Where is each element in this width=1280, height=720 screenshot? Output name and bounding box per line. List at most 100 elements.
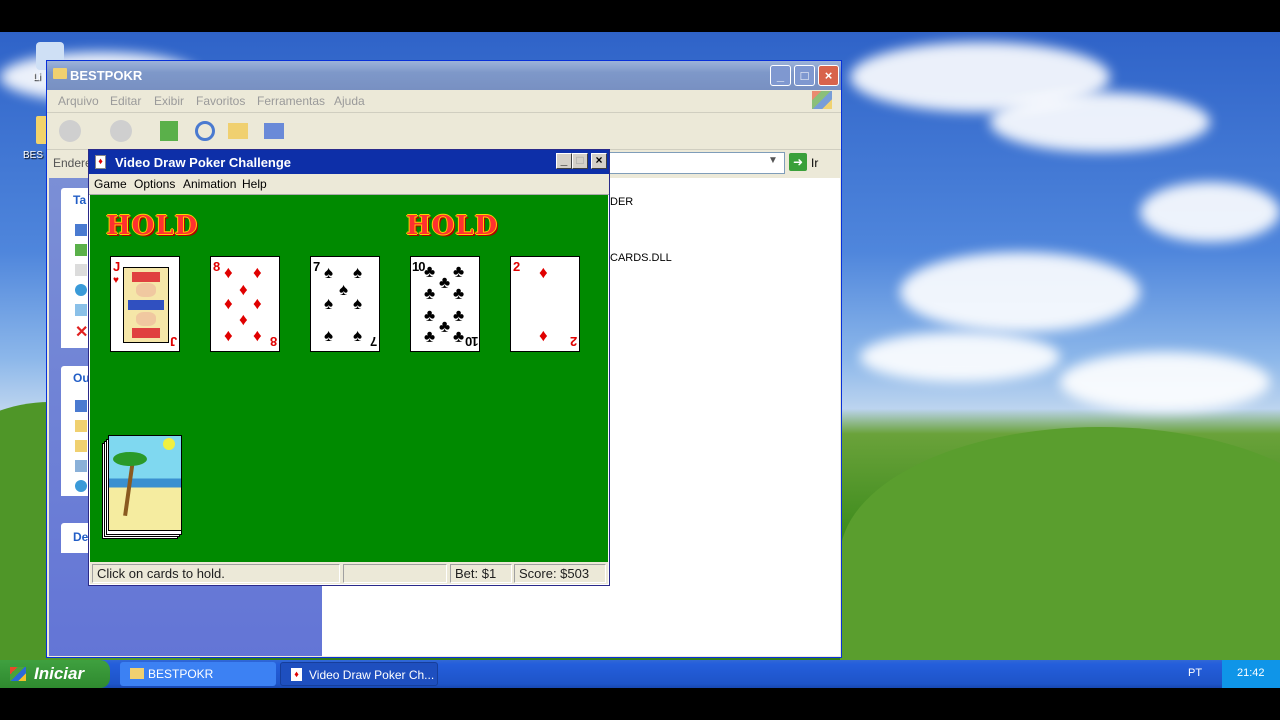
go-label[interactable]: Ir bbox=[811, 156, 818, 170]
maximize-button[interactable]: □ bbox=[794, 65, 815, 86]
face-icon bbox=[136, 283, 156, 297]
palm-leaves-icon bbox=[113, 452, 147, 466]
cloud bbox=[900, 252, 1140, 332]
task-label: BESTPOKR bbox=[148, 667, 214, 681]
folders-icon[interactable] bbox=[228, 123, 248, 139]
desktop-icon-label: Li bbox=[33, 72, 41, 83]
card-jack-hearts[interactable]: J ♥ J bbox=[110, 256, 180, 352]
task-icon[interactable] bbox=[75, 284, 87, 296]
explorer-title-bar[interactable]: BESTPOKR _ □ × bbox=[47, 61, 841, 90]
spade-suit-icon: ♠ bbox=[324, 263, 334, 282]
explorer-menu-bar: Arquivo Editar Exibir Favoritos Ferramen… bbox=[47, 90, 841, 113]
taskbar-item-poker[interactable]: ♦ Video Draw Poker Ch... bbox=[280, 662, 438, 686]
spade-suit-icon: ♠ bbox=[324, 294, 334, 313]
menu-ajuda[interactable]: Ajuda bbox=[334, 94, 365, 108]
club-suit-icon: ♣ bbox=[424, 284, 436, 303]
beach-card-back bbox=[108, 435, 182, 531]
search-icon[interactable] bbox=[195, 121, 215, 141]
menu-help[interactable]: Help bbox=[242, 177, 267, 191]
spade-suit-icon: ♠ bbox=[339, 280, 349, 299]
task-icon[interactable] bbox=[75, 304, 87, 316]
diamond-suit-icon: ♦ bbox=[539, 263, 548, 282]
task-label: Video Draw Poker Ch... bbox=[309, 668, 435, 682]
cloud bbox=[990, 92, 1210, 152]
diamond-suit-icon: ♦ bbox=[253, 263, 262, 282]
card-7-spades[interactable]: 7 7 ♠ ♠ ♠ ♠ ♠ ♠ ♠ bbox=[310, 256, 380, 352]
address-input[interactable] bbox=[607, 152, 785, 174]
card-deck[interactable] bbox=[102, 435, 182, 539]
diamond-suit-icon: ♦ bbox=[539, 326, 548, 345]
status-message: Click on cards to hold. bbox=[92, 564, 340, 583]
diamond-suit-icon: ♦ bbox=[253, 326, 262, 345]
computer-icon[interactable] bbox=[75, 460, 87, 472]
taskbar-item-bestpokr[interactable]: BESTPOKR bbox=[120, 662, 276, 686]
menu-game[interactable]: Game bbox=[94, 177, 127, 191]
status-empty-cell bbox=[343, 564, 447, 583]
task-icon[interactable] bbox=[75, 244, 87, 256]
card-rank: 7 bbox=[313, 259, 321, 274]
place-icon[interactable] bbox=[75, 400, 87, 412]
up-folder-icon[interactable] bbox=[160, 121, 178, 141]
menu-options[interactable]: Options bbox=[134, 177, 175, 191]
card-rank: J bbox=[169, 334, 177, 349]
minimize-button[interactable]: _ bbox=[556, 153, 572, 169]
card-8-diamonds[interactable]: 8 8 ♦ ♦ ♦ ♦ ♦ ♦ ♦ ♦ bbox=[210, 256, 280, 352]
bet-display: Bet: $1 bbox=[450, 564, 512, 583]
spade-suit-icon: ♠ bbox=[353, 326, 363, 345]
menu-favoritos[interactable]: Favoritos bbox=[196, 94, 245, 108]
diamond-suit-icon: ♦ bbox=[224, 263, 233, 282]
maximize-button[interactable]: □ bbox=[572, 153, 588, 169]
card-rank: 8 bbox=[269, 334, 277, 349]
club-suit-icon: ♣ bbox=[453, 306, 465, 325]
card-10-clubs[interactable]: 10 10 ♣ ♣ ♣ ♣ ♣ ♣ ♣ ♣ ♣ ♣ bbox=[410, 256, 480, 352]
back-arrow-icon[interactable] bbox=[59, 120, 81, 142]
file-name[interactable]: CARDS.DLL bbox=[610, 252, 672, 264]
club-suit-icon: ♣ bbox=[439, 273, 451, 292]
sun-icon bbox=[163, 438, 175, 450]
close-button[interactable]: × bbox=[591, 153, 607, 169]
menu-arquivo[interactable]: Arquivo bbox=[58, 94, 99, 108]
sidebar-header[interactable]: De bbox=[73, 530, 88, 544]
menu-animation[interactable]: Animation bbox=[183, 177, 236, 191]
minimize-button[interactable]: _ bbox=[770, 65, 791, 86]
language-indicator[interactable]: PT bbox=[1188, 667, 1202, 679]
menu-editar[interactable]: Editar bbox=[110, 94, 141, 108]
folder-icon[interactable] bbox=[75, 420, 87, 432]
card-app-icon: ♦ bbox=[291, 668, 302, 681]
club-suit-icon: ♣ bbox=[424, 327, 436, 346]
forward-arrow-icon[interactable] bbox=[110, 120, 132, 142]
diamond-suit-icon: ♦ bbox=[239, 280, 248, 299]
task-icon[interactable] bbox=[75, 224, 87, 236]
cloud bbox=[1140, 182, 1280, 242]
cloud bbox=[860, 332, 1060, 382]
close-button[interactable]: × bbox=[818, 65, 839, 86]
network-icon[interactable] bbox=[75, 480, 87, 492]
folder-icon[interactable] bbox=[75, 440, 87, 452]
menu-exibir[interactable]: Exibir bbox=[154, 94, 184, 108]
diamond-suit-icon: ♦ bbox=[253, 294, 262, 313]
go-arrow-icon[interactable]: ➜ bbox=[789, 153, 807, 171]
windows-logo-icon bbox=[10, 667, 26, 681]
chevron-down-icon[interactable]: ▼ bbox=[768, 155, 778, 166]
card-app-icon: ♦ bbox=[95, 155, 106, 169]
card-rank: 2 bbox=[569, 334, 577, 349]
crown-icon bbox=[132, 272, 160, 282]
poker-title-bar[interactable]: ♦ Video Draw Poker Challenge _ □ × bbox=[89, 150, 609, 174]
club-suit-icon: ♣ bbox=[453, 284, 465, 303]
taskbar: Iniciar BESTPOKR ♦ Video Draw Poker Ch..… bbox=[0, 660, 1280, 688]
clock[interactable]: 21:42 bbox=[1237, 667, 1265, 679]
diamond-suit-icon: ♦ bbox=[224, 326, 233, 345]
start-button[interactable]: Iniciar bbox=[0, 660, 110, 688]
menu-ferramentas[interactable]: Ferramentas bbox=[257, 94, 325, 108]
folder-icon bbox=[53, 68, 67, 79]
delete-icon[interactable]: ✕ bbox=[75, 322, 88, 342]
status-bar: Click on cards to hold. Bet: $1 Score: $… bbox=[90, 562, 608, 584]
card-2-diamonds[interactable]: 2 2 ♦ ♦ bbox=[510, 256, 580, 352]
task-icon[interactable] bbox=[75, 264, 87, 276]
views-icon[interactable] bbox=[264, 123, 284, 139]
file-name[interactable]: DER bbox=[610, 196, 633, 208]
sidebar-header[interactable]: Ta bbox=[73, 193, 86, 207]
cloud bbox=[1060, 352, 1270, 412]
card-rank: 8 bbox=[213, 259, 221, 274]
hold-label: HOLD bbox=[106, 211, 199, 241]
